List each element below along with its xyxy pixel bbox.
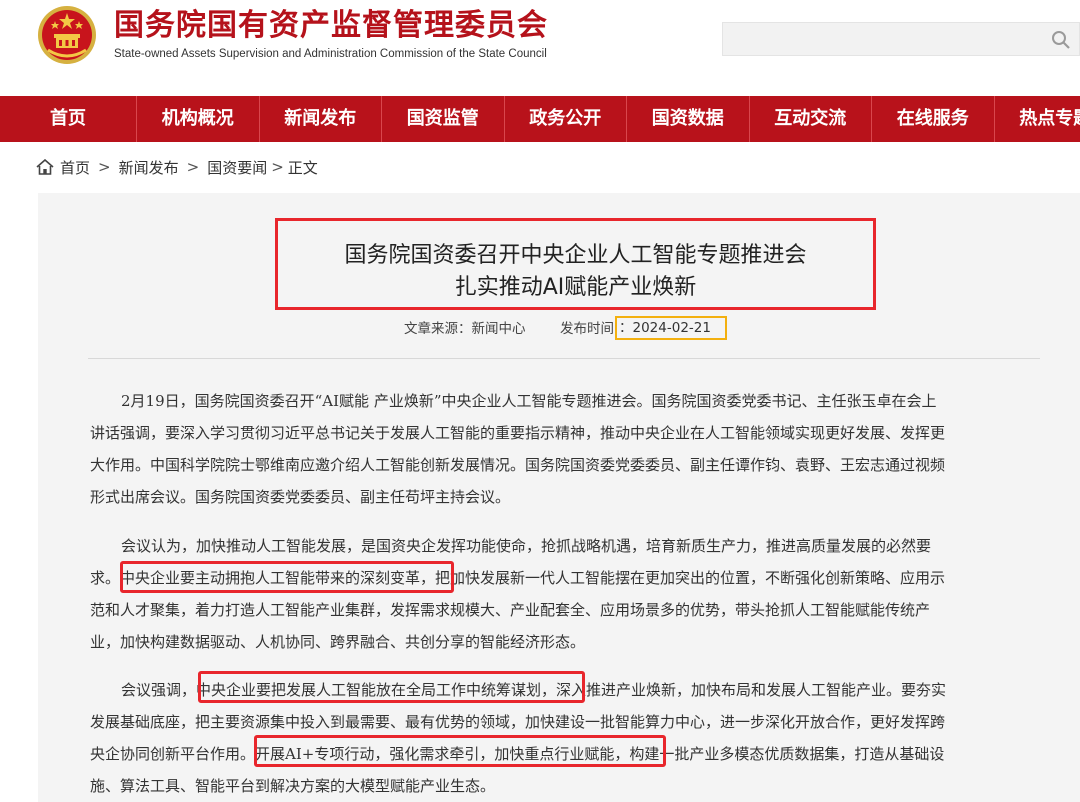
article-title-highlight: 国务院国资委召开中央企业人工智能专题推进会 扎实推动AI赋能产业焕新	[275, 218, 876, 310]
nav-item-interaction[interactable]: 互动交流	[750, 96, 872, 142]
site-header: 国务院国有资产监督管理委员会 State-owned Assets Superv…	[0, 0, 1080, 96]
nav-item-organization[interactable]: 机构概况	[137, 96, 260, 142]
breadcrumb-current: 正文	[287, 158, 318, 177]
main-nav: 首页 机构概况 新闻发布 国资监管 政务公开 国资数据 互动交流 在线服务 热点…	[0, 96, 1080, 142]
paragraph-line: 施、算法工具、智能平台到解决方案的大模型赋能产业生态。	[90, 777, 496, 795]
breadcrumb-separator: >	[271, 158, 284, 176]
paragraph-line: 2月19日，国务院国资委召开“AI赋能 产业焕新”中央企业人工智能专题推进会。国…	[121, 392, 937, 410]
article-date-highlight: ：2024-02-21	[615, 316, 727, 340]
breadcrumb-separator: >	[186, 158, 200, 176]
nav-item-hot-topics[interactable]: 热点专题	[995, 96, 1080, 142]
breadcrumb-news-link[interactable]: 新闻发布	[119, 157, 179, 178]
highlight-box	[120, 561, 454, 593]
article-source: 文章来源：新闻中心	[404, 321, 526, 337]
breadcrumb: 首页 > 新闻发布 > 国资要闻 > 正文	[36, 156, 318, 178]
national-emblem-icon	[38, 6, 96, 64]
home-icon	[36, 159, 54, 175]
breadcrumb-separator: >	[98, 158, 111, 176]
breadcrumb-agency-news-link[interactable]: 国资要闻	[207, 157, 267, 178]
nav-item-home[interactable]: 首页	[0, 96, 137, 142]
article-title-line1: 国务院国资委召开中央企业人工智能专题推进会	[344, 243, 807, 268]
search-input[interactable]	[722, 22, 1080, 56]
article-title-line2: 扎实推动AI赋能产业焕新	[454, 275, 697, 300]
paragraph-line: 会议认为，加快推动人工智能发展，是国资央企发挥功能使命，抢抓战略机遇，培育新质生…	[121, 537, 932, 555]
site-title: 国务院国有资产监督管理委员会	[114, 8, 548, 43]
article-panel: 国务院国资委召开中央企业人工智能专题推进会 扎实推动AI赋能产业焕新 文章来源：…	[38, 193, 1080, 802]
paragraph-line: 范和人才聚集，着力打造人工智能产业集群，发挥需求规模大、产业配套全、应用场景多的…	[90, 601, 931, 619]
nav-item-news[interactable]: 新闻发布	[260, 96, 382, 142]
article-date-label: 发布时间	[560, 321, 614, 337]
highlight-box	[254, 735, 666, 767]
search-icon[interactable]	[1051, 30, 1071, 50]
divider	[88, 358, 1040, 359]
nav-item-government-affairs[interactable]: 政务公开	[505, 96, 627, 142]
nav-item-data[interactable]: 国资数据	[627, 96, 750, 142]
paragraph-line: 业，加快构建数据驱动、人机协同、跨界融合、共创分享的智能经济形态。	[90, 633, 586, 651]
article-date: ：2024-02-21	[619, 320, 711, 336]
highlight-box	[198, 671, 585, 703]
page: { "header": { "title": "国务院国有资产监督管理委员会",…	[0, 0, 1080, 802]
paragraph-line: 发展基础底座，把主要资源集中投入到最需要、最有优势的领域，加快建设一批智能算力中…	[90, 713, 946, 731]
breadcrumb-home-link[interactable]: 首页	[60, 157, 90, 178]
paragraph-line: 讲话强调，要深入学习贯彻习近平总书记关于发展人工智能的重要指示精神，推动中央企业…	[90, 424, 946, 442]
nav-item-supervision[interactable]: 国资监管	[382, 96, 505, 142]
site-subtitle: State-owned Assets Supervision and Admin…	[114, 48, 547, 60]
nav-item-online-services[interactable]: 在线服务	[872, 96, 995, 142]
paragraph-line: 形式出席会议。国务院国资委党委委员、副主任苟坪主持会议。	[90, 488, 511, 506]
paragraph-line: 大作用。中国科学院院士鄂维南应邀介绍人工智能创新发展情况。国务院国资委党委委员、…	[90, 456, 946, 474]
